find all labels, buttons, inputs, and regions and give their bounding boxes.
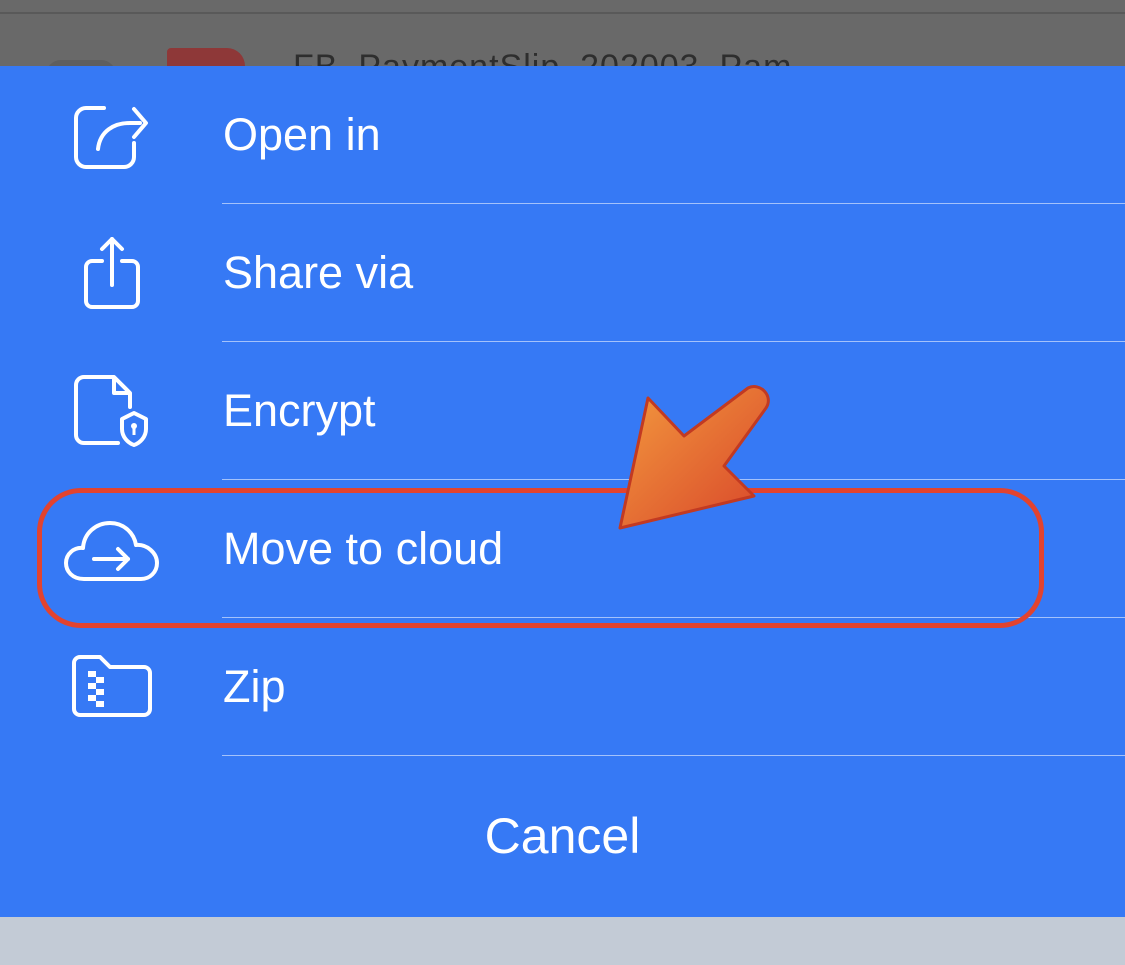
pdf-file-icon	[167, 48, 245, 66]
action-sheet: Open in Share via Encrypt Move to cloud …	[0, 66, 1125, 917]
encrypt-file-icon	[62, 375, 162, 447]
menu-item-share-via[interactable]: Share via	[0, 204, 1125, 342]
menu-item-label: Zip	[223, 661, 286, 712]
menu-item-encrypt[interactable]: Encrypt	[0, 342, 1125, 480]
open-in-icon	[62, 99, 162, 171]
menu-item-zip[interactable]: Zip	[0, 618, 1125, 756]
menu-item-label: Open in	[223, 109, 381, 160]
menu-item-open-in[interactable]: Open in	[0, 66, 1125, 204]
menu-item-move-to-cloud[interactable]: Move to cloud	[0, 480, 1125, 618]
cloud-upload-icon	[62, 513, 162, 585]
cancel-button[interactable]: Cancel	[0, 756, 1125, 917]
menu-item-label: Move to cloud	[223, 523, 504, 574]
menu-item-label: Share via	[223, 247, 414, 298]
divider	[0, 12, 1125, 14]
share-icon	[62, 237, 162, 309]
menu-item-label: Encrypt	[223, 385, 376, 436]
file-name: FB_PaymentSlip_202003_Pam	[293, 48, 792, 66]
zip-folder-icon	[62, 651, 162, 723]
background-file-list: FB_PaymentSlip_202003_Pam	[0, 0, 1125, 66]
